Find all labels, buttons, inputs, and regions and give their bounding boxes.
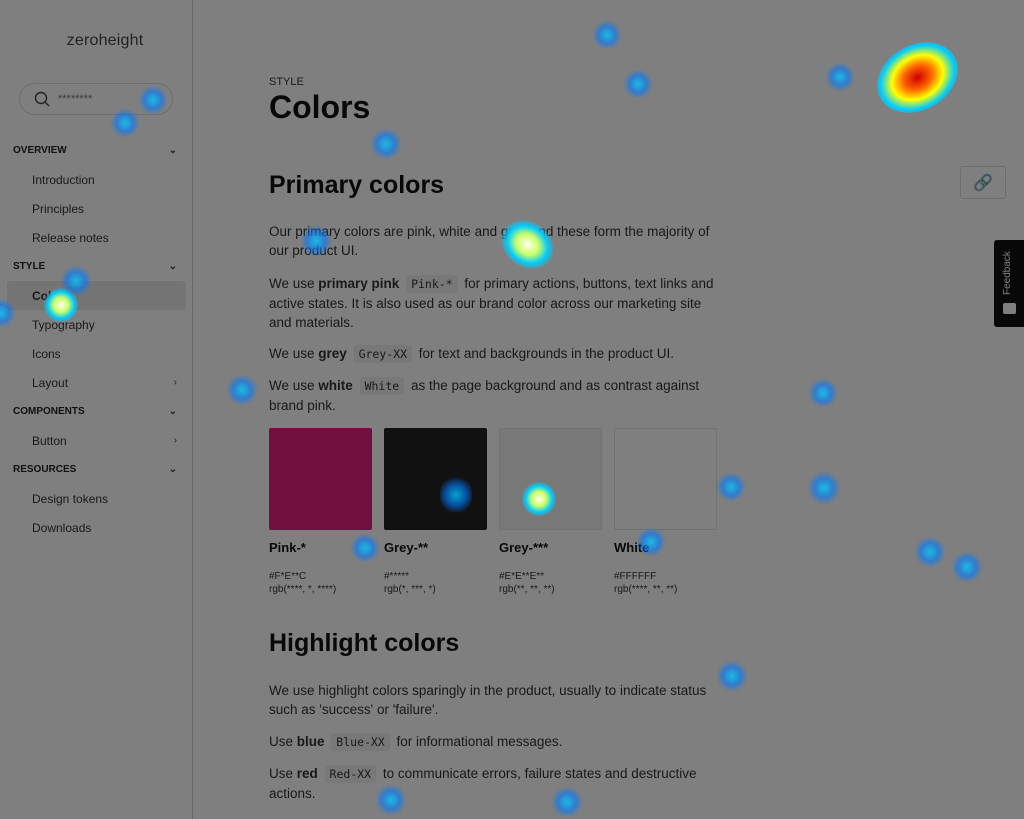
heatmap-spot [808,470,840,506]
chevron-right-icon: › [174,435,177,446]
chevron-down-icon: ⌄ [169,145,177,156]
chevron-down-icon: ⌄ [169,261,177,272]
logo[interactable]: zeroheight [0,32,210,50]
link-icon: 🔗 [973,173,993,193]
sidebar-item-button[interactable]: Button › [7,426,186,455]
feedback-label: Feedback [1002,235,1013,295]
heatmap-spot [914,536,946,568]
section-components[interactable]: COMPONENTS ⌄ [0,397,193,426]
item-label: Colors [32,289,70,303]
chevron-right-icon: › [174,377,177,388]
item-label: Design tokens [32,492,108,506]
sidebar-item-colors[interactable]: Colors [7,281,186,310]
feedback-tab[interactable]: Feedback [994,240,1024,327]
swatch-grey-light[interactable]: Grey-*** #E*E**E** rgb(**, **, **) [499,428,602,596]
feedback-face-icon [1003,303,1016,314]
item-label: Layout [32,376,68,390]
sidebar-item-design-tokens[interactable]: Design tokens [7,484,186,513]
heatmap-spot [716,472,746,502]
copy-link-button[interactable]: 🔗 [960,166,1006,199]
sidebar-item-icons[interactable]: Icons [7,339,186,368]
sidebar-item-downloads[interactable]: Downloads [7,513,186,542]
heatmap-spot [370,128,402,160]
swatch-hex: #FFFFFF [614,570,717,583]
item-label: Typography [32,318,95,332]
section-label: OVERVIEW [13,145,67,156]
swatch-pink[interactable]: Pink-* #F*E**C rgb(****, *, ****) [269,428,372,596]
swatch-hex: #E*E**E** [499,570,602,583]
heatmap-spot [623,69,653,99]
search-box[interactable] [19,83,173,115]
swatch-hex: #***** [384,570,487,583]
heatmap-spot [864,28,970,127]
swatch-name: Grey-*** [499,540,602,555]
swatch-grey-dark[interactable]: Grey-** #***** rgb(*, ***, *) [384,428,487,596]
page-title: Colors [269,89,370,126]
section-resources[interactable]: RESOURCES ⌄ [0,455,193,484]
blue-text: Use blue Blue-XX for informational messa… [269,732,719,752]
heatmap-spot [592,20,622,50]
primary-colors-heading: Primary colors [269,171,444,200]
chevron-down-icon: ⌄ [169,406,177,417]
highlight-colors-heading: Highlight colors [269,629,459,658]
swatch-white[interactable]: White #FFFFFF rgb(****, **, **) [614,428,717,596]
item-label: Principles [32,202,84,216]
white-text: We use white White as the page backgroun… [269,376,719,415]
swatch-rgb: rgb(****, **, **) [614,583,717,596]
swatch-rgb: rgb(*, ***, *) [384,583,487,596]
chevron-down-icon: ⌄ [169,464,177,475]
sidebar-item-introduction[interactable]: Introduction [7,165,186,194]
swatch-color [384,428,487,530]
swatch-color [499,428,602,530]
section-label: RESOURCES [13,464,76,475]
sidebar-item-typography[interactable]: Typography [7,310,186,339]
item-label: Release notes [32,231,109,245]
swatch-color [614,428,717,530]
swatch-color [269,428,372,530]
search-icon [34,91,50,107]
heatmap-spot [951,551,983,583]
section-label: STYLE [13,261,45,272]
item-label: Introduction [32,173,95,187]
item-label: Icons [32,347,61,361]
section-overview[interactable]: OVERVIEW ⌄ [0,136,193,165]
sidebar-nav: OVERVIEW ⌄ Introduction Principles Releas… [0,136,193,542]
sidebar: zeroheight OVERVIEW⌄ Introduction Princi… [0,0,193,819]
page-kicker: STYLE [269,76,304,88]
item-label: Button [32,434,67,448]
highlight-intro: We use highlight colors sparingly in the… [269,681,719,719]
sidebar-item-principles[interactable]: Principles [7,194,186,223]
swatch-rgb: rgb(****, *, ****) [269,583,372,596]
heatmap-spot [808,378,838,408]
swatch-hex: #F*E**C [269,570,372,583]
swatch-name: Pink-* [269,540,372,555]
search-input[interactable] [58,93,158,105]
swatch-rgb: rgb(**, **, **) [499,583,602,596]
heatmap-spot [825,62,855,92]
primary-pink-text: We use primary pink Pink-* for primary a… [269,274,719,332]
heatmap-spot [226,374,258,406]
sidebar-item-layout[interactable]: Layout › [7,368,186,397]
heatmap-spot [716,660,748,692]
item-label: Downloads [32,521,91,535]
swatch-name: Grey-** [384,540,487,555]
section-label: COMPONENTS [13,406,85,417]
swatch-name: White [614,540,717,555]
grey-text: We use grey Grey-XX for text and backgro… [269,344,719,364]
primary-intro: Our primary colors are pink, white and g… [269,222,719,260]
sidebar-item-release-notes[interactable]: Release notes [7,223,186,252]
red-text: Use red Red-XX to communicate errors, fa… [269,764,719,803]
section-style[interactable]: STYLE ⌄ [0,252,193,281]
